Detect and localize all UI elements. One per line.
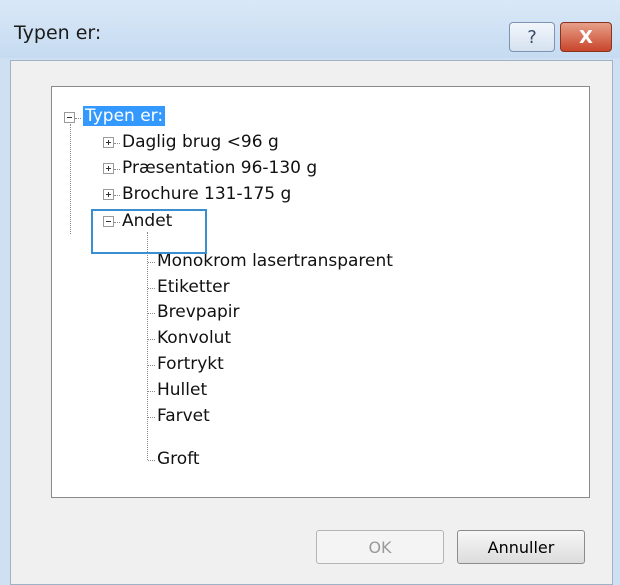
dialog-window: Typen er: ? X Typen er: Daglig brug <96 … [0,0,620,585]
tree-item-etiketter[interactable]: Etiketter [157,276,230,298]
window-title: Typen er: [14,22,102,44]
tree-item-konvolut[interactable]: Konvolut [157,327,231,349]
expand-icon[interactable] [103,163,114,174]
tree-item-fortrykt[interactable]: Fortrykt [157,353,224,375]
highlight-frame [91,209,207,254]
close-button[interactable]: X [560,22,612,52]
tree-item-groft[interactable]: Groft [157,448,200,470]
help-icon: ? [527,26,537,48]
expand-icon[interactable] [103,189,114,200]
tree-root-label: Typen er: [83,106,166,126]
tree-item-hullet[interactable]: Hullet [157,379,207,401]
tree-view[interactable]: Typen er: Daglig brug <96 g Præsentation… [51,86,590,498]
title-bar[interactable]: Typen er: ? X [0,0,620,58]
help-button[interactable]: ? [509,22,555,52]
cancel-button[interactable]: Annuller [457,530,585,564]
close-icon: X [579,26,593,48]
tree-root[interactable]: Typen er: [83,105,166,127]
tree-item-daglig-brug[interactable]: Daglig brug <96 g [122,131,279,153]
tree-item-brochure[interactable]: Brochure 131-175 g [122,183,291,205]
collapse-icon[interactable] [64,112,75,123]
ok-button[interactable]: OK [316,530,444,564]
tree-item-brevpapir[interactable]: Brevpapir [157,301,240,323]
tree-item-farvet[interactable]: Farvet [157,405,210,427]
tree-item-praesentation[interactable]: Præsentation 96-130 g [122,157,317,179]
expand-icon[interactable] [103,137,114,148]
